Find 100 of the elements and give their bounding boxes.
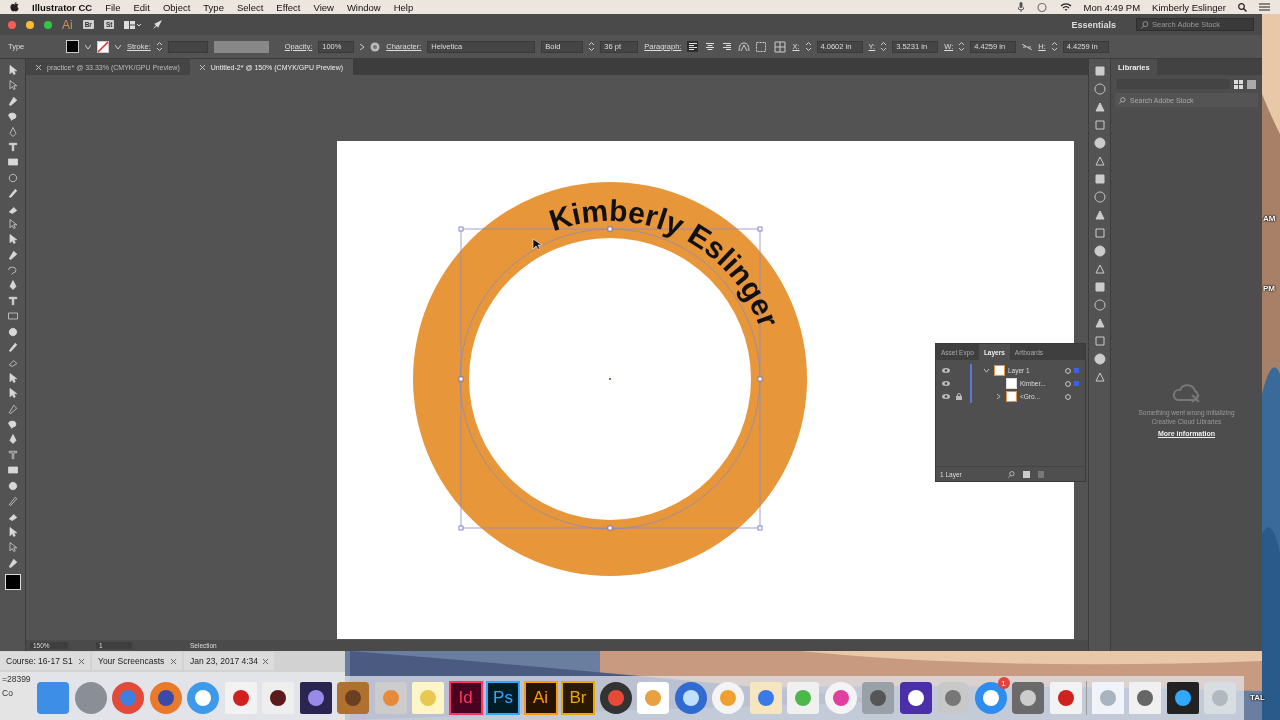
tool-icon[interactable]: [5, 264, 20, 277]
target-circle-icon[interactable]: [1065, 393, 1071, 400]
warp-icon[interactable]: [738, 41, 751, 52]
app-icon[interactable]: [1128, 681, 1162, 715]
app-tile[interactable]: Ai: [523, 681, 558, 715]
spinner-icon[interactable]: [959, 42, 965, 51]
spinner-icon[interactable]: [805, 42, 811, 51]
minimize-button[interactable]: [26, 20, 34, 29]
caret-icon[interactable]: [85, 44, 91, 49]
app-icon[interactable]: [1165, 681, 1200, 715]
recolor-icon[interactable]: [370, 41, 381, 52]
menu-item[interactable]: Effect: [276, 1, 301, 13]
zoom-button[interactable]: [44, 20, 52, 29]
spinner-icon[interactable]: [881, 42, 887, 51]
microphone-icon[interactable]: [1017, 2, 1024, 12]
clock-text[interactable]: Mon 4:49 PM: [1083, 1, 1141, 13]
align-button[interactable]: [721, 41, 733, 52]
stroke-swatch[interactable]: [97, 40, 109, 53]
visibility-eye-icon[interactable]: [942, 394, 950, 399]
close-icon[interactable]: [199, 64, 205, 70]
chevron-right-icon[interactable]: [360, 43, 365, 50]
search-icon[interactable]: [1238, 2, 1247, 12]
apple-icon[interactable]: [10, 2, 19, 12]
panel-icon[interactable]: [1093, 173, 1106, 185]
panel-icon[interactable]: [1093, 245, 1106, 257]
panel-icon[interactable]: [1093, 227, 1106, 239]
panel-icon[interactable]: [1093, 101, 1106, 113]
spinner-icon[interactable]: [589, 42, 595, 51]
panel-icon[interactable]: [1093, 353, 1106, 365]
app-tile[interactable]: Br: [561, 681, 595, 715]
fill-stroke-drawing[interactable]: [4, 573, 21, 590]
tool-icon[interactable]: [5, 464, 20, 477]
app-icon[interactable]: [898, 681, 933, 715]
browser-tab[interactable]: Course: 16-17 S1: [0, 652, 90, 670]
menu-item[interactable]: Object: [162, 1, 191, 13]
list-view-icon[interactable]: [1247, 79, 1256, 89]
panel-icon[interactable]: [1093, 371, 1106, 383]
bookmark-link[interactable]: Co: [0, 686, 15, 700]
panel-icon[interactable]: [1093, 317, 1106, 329]
reference-point-icon[interactable]: [774, 40, 787, 53]
panel-icon[interactable]: [1093, 263, 1106, 275]
menu-item[interactable]: Select: [236, 1, 264, 13]
chevron-down-icon[interactable]: [983, 368, 989, 373]
fill-swatch[interactable]: [66, 40, 79, 53]
menu-item[interactable]: Window: [346, 1, 381, 13]
lock-icon[interactable]: [956, 393, 962, 400]
chevron-right-icon[interactable]: [995, 394, 1001, 399]
user-name[interactable]: Kimberly Eslinger: [1152, 1, 1226, 13]
target-circle-icon[interactable]: [1065, 380, 1071, 387]
align-button[interactable]: [687, 41, 699, 52]
menu-item[interactable]: Edit: [133, 1, 150, 13]
browser-tab[interactable]: Jan 23, 2017 4:34: [184, 652, 274, 670]
align-objects-icon[interactable]: [756, 41, 769, 52]
app-icon[interactable]: [336, 681, 370, 715]
close-icon[interactable]: [263, 658, 268, 664]
close-icon[interactable]: [36, 64, 41, 70]
visibility-eye-icon[interactable]: [942, 368, 950, 373]
panel-icon[interactable]: [1093, 191, 1106, 203]
panel-icon[interactable]: [1093, 83, 1106, 95]
rocket-icon[interactable]: [152, 19, 164, 30]
app-tile[interactable]: Ps: [486, 681, 520, 715]
panel-icon[interactable]: [1093, 65, 1106, 77]
browser-tab[interactable]: Your Screencasts: [92, 652, 182, 670]
app-icon[interactable]: [261, 681, 295, 715]
panel-icon[interactable]: [1093, 119, 1106, 131]
app-icon[interactable]: [861, 681, 895, 715]
tool-icon[interactable]: [5, 310, 20, 323]
panel-icon[interactable]: [1093, 281, 1106, 293]
menu-item[interactable]: File: [105, 1, 121, 13]
menu-icon[interactable]: [1259, 3, 1270, 11]
link-icon[interactable]: [1022, 43, 1033, 50]
panel-icon[interactable]: [1093, 299, 1106, 311]
grid-view-icon[interactable]: [1234, 79, 1243, 89]
tool-icon[interactable]: [5, 110, 20, 123]
menu-item[interactable]: View: [313, 1, 334, 13]
app-menu[interactable]: Illustrator CC: [32, 1, 93, 13]
arrange-documents-icon[interactable]: [124, 20, 143, 29]
close-icon[interactable]: [171, 658, 176, 664]
align-button[interactable]: [704, 41, 716, 52]
caret-icon[interactable]: [115, 44, 121, 49]
app-icon[interactable]: [298, 681, 333, 715]
panel-icon[interactable]: [1093, 335, 1106, 347]
panel-icon[interactable]: [1093, 137, 1106, 149]
panel-icon[interactable]: [1093, 155, 1106, 167]
workspace-switcher[interactable]: Essentials: [1061, 19, 1126, 30]
tool-icon[interactable]: [5, 418, 20, 430]
close-button[interactable]: [8, 20, 16, 29]
wifi-icon[interactable]: [1059, 2, 1072, 12]
new-layer-icon[interactable]: [1023, 470, 1030, 478]
target-circle-icon[interactable]: [1065, 367, 1071, 374]
app-icon[interactable]: [148, 681, 183, 715]
app-tile[interactable]: Id: [448, 681, 483, 715]
visibility-eye-icon[interactable]: [942, 381, 950, 386]
stroke-weight-field[interactable]: [167, 40, 208, 53]
app-icon[interactable]: [223, 681, 258, 715]
spinner-icon[interactable]: [156, 42, 162, 51]
app-icon[interactable]: [598, 681, 633, 715]
panel-icon[interactable]: [1093, 209, 1106, 221]
menu-item[interactable]: Type: [203, 1, 224, 13]
tool-icon[interactable]: [5, 156, 20, 169]
